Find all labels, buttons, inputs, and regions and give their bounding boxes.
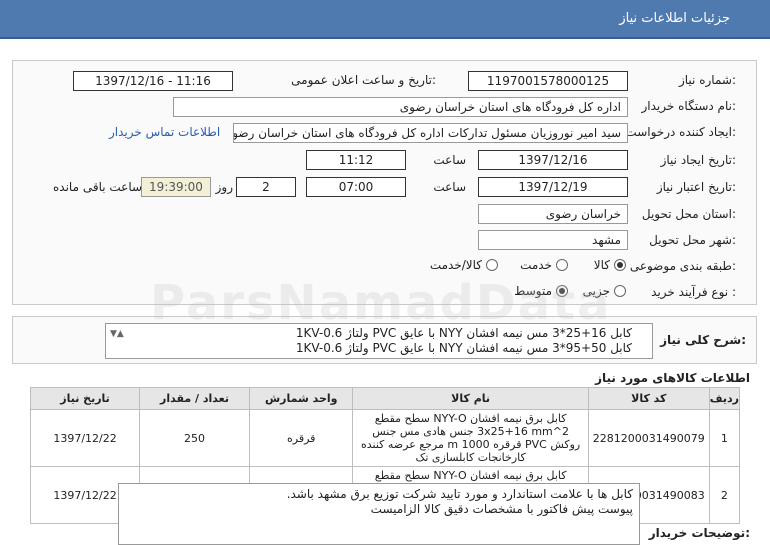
city-field: مشهد [478,230,628,250]
need-number-label: شماره نیاز: [678,73,736,87]
row-code: 2281200031490079 [587,409,710,467]
create-time-label: ساعت [433,153,466,167]
valid-date-field: 1397/12/19 [478,177,628,197]
create-date-label: تاریخ ایجاد نیاز: [660,153,736,167]
col-header-code: کد کالا [587,387,710,410]
radio-icon [614,259,626,271]
creator-label: ایجاد کننده درخواست: [625,125,736,139]
scroll-arrows-icon[interactable]: ▲▼ [110,327,124,342]
creator-field: سید امیر نوروزیان مسئول تدارکات اداره کل… [233,123,628,143]
col-header-date: تاریخ نیاز [29,387,141,410]
col-header-qty: تعداد / مقدار [139,387,250,410]
buyer-notes-label: توضیحات خریدار: [648,526,750,540]
remaining-time-field: 19:39:00 [141,177,211,197]
category-option-goods[interactable]: کالا [594,258,626,272]
row-name: کابل برق نیمه افشان NYY-O سطح مقطع 3x25+… [352,409,589,467]
category-label: طبقه بندی موضوعی: [629,259,736,273]
process-label: نوع فرآیند خرید : [651,285,736,299]
radio-icon [556,259,568,271]
row-index: 2 [708,466,741,524]
announce-label: تاریخ و ساعت اعلان عمومی: [291,73,436,87]
radio-icon [614,285,626,297]
remaining-label: ساعت باقی مانده [53,180,143,194]
notes-line-1: کابل ها با علامت استاندارد و مورد تایید … [286,487,633,501]
province-label: استان محل تحویل: [641,207,736,221]
province-field: خراسان رضوی [478,204,628,224]
valid-date-label: تاریخ اعتبار نیاز: [656,180,736,194]
table-row: 1 2281200031490079 کابل برق نیمه افشان N… [29,409,741,467]
col-header-unit: واحد شمارش [248,387,354,410]
create-time-field: 11:12 [306,150,406,170]
category-option-both[interactable]: کالا/خدمت [430,258,498,272]
items-section-title: اطلاعات کالاهای مورد نیاز [595,371,750,385]
valid-time-label: ساعت [433,180,466,194]
contact-buyer-link[interactable]: اطلاعات تماس خریدار [109,125,220,139]
row-qty: 250 [139,409,250,467]
row-unit: قرقره [248,409,354,467]
notes-line-2: پیوست پیش فاکتور با مشخصات دقیق کالا الز… [370,502,633,516]
need-number-field: 1197001578000125 [468,71,628,91]
watermark: ParsNamadData [150,275,612,331]
radio-icon [486,259,498,271]
buyer-field: اداره کل فرودگاه های استان خراسان رضوی [173,97,628,117]
description-label: شرح کلی نیاز: [660,333,746,347]
create-date-field: 1397/12/16 [478,150,628,170]
page-header: جزئیات اطلاعات نیاز [0,0,770,39]
buyer-notes-box: کابل ها با علامت استاندارد و مورد تایید … [118,483,640,545]
valid-time-field: 07:00 [306,177,406,197]
page-title: جزئیات اطلاعات نیاز [619,11,730,26]
days-field: 2 [236,177,296,197]
row-date: 1397/12/22 [29,409,141,467]
category-option-service[interactable]: خدمت [520,258,568,272]
buyer-label: نام دستگاه خریدار: [641,99,737,113]
col-header-name: نام کالا [352,387,589,410]
city-label: شهر محل تحویل: [649,233,736,247]
description-line-2: کابل 50+95*3 مس نیمه افشان NYY با عایق P… [295,341,632,355]
row-index: 1 [708,409,741,467]
announce-field: 1397/12/16 - 11:16 [73,71,233,91]
details-panel: شماره نیاز: 1197001578000125 تاریخ و ساع… [12,60,757,305]
col-header-index: ردیف [708,387,741,410]
